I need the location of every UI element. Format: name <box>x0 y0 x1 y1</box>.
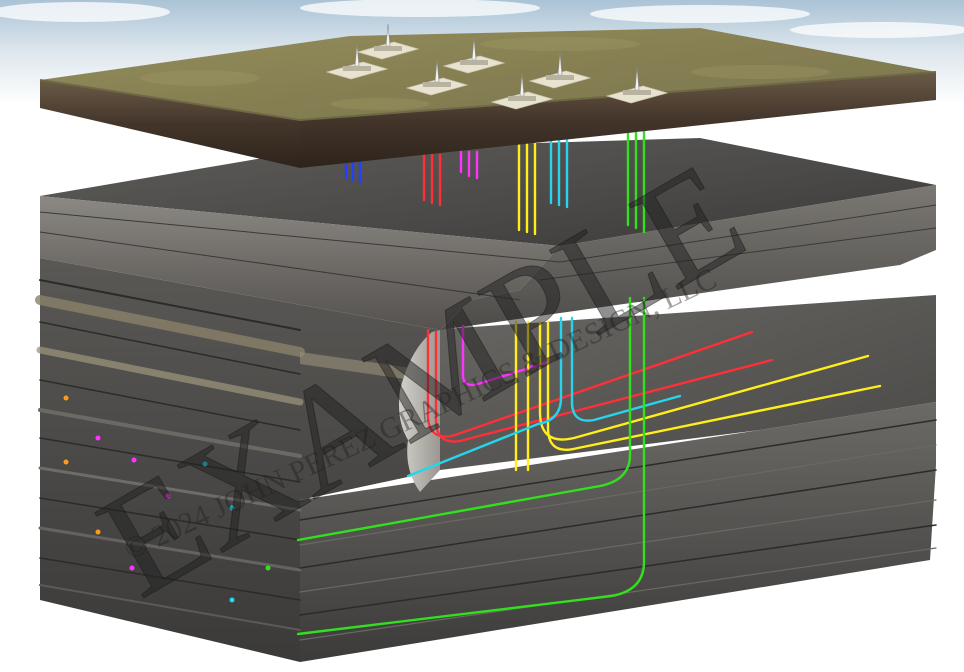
reservoir-cross-section: EXAMPLE © 2024 JOHN PEREZ GRAPHICS & DES… <box>0 0 964 662</box>
diagram-canvas: EXAMPLE © 2024 JOHN PEREZ GRAPHICS & DES… <box>0 0 964 672</box>
